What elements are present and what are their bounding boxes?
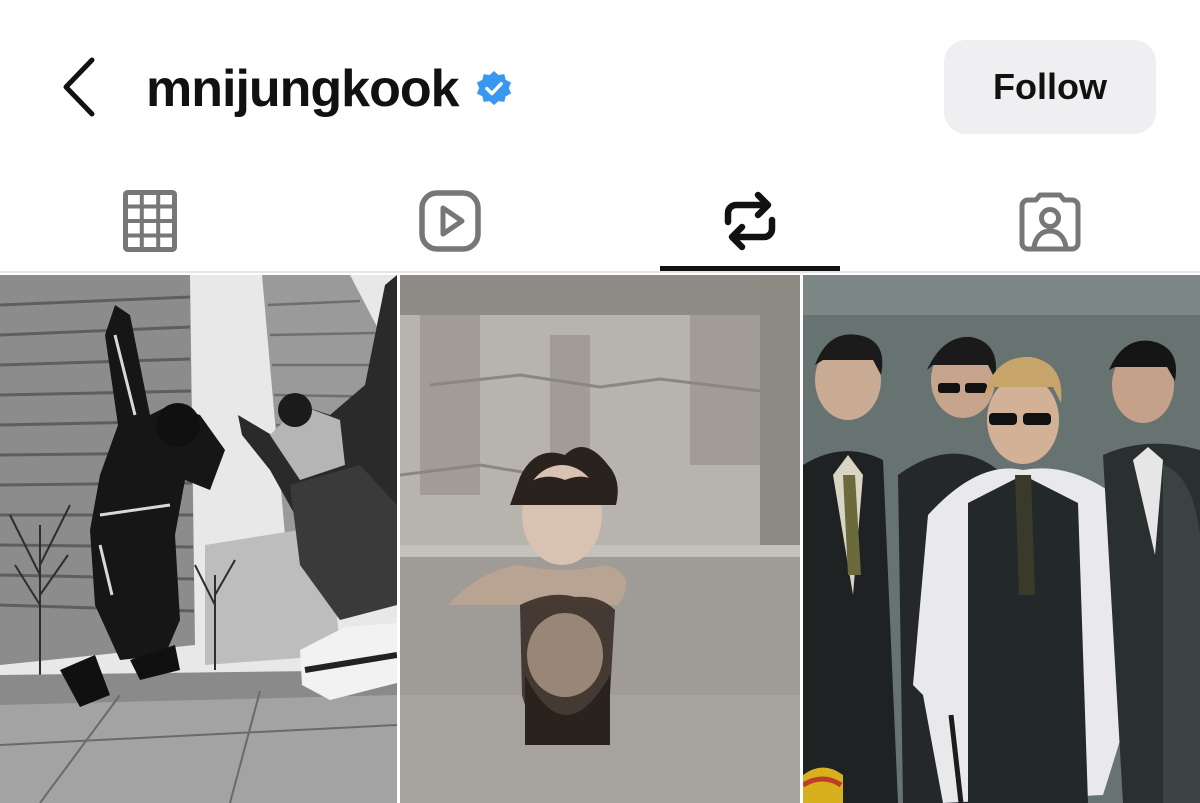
post-image-3 — [803, 275, 1200, 803]
back-button[interactable] — [50, 52, 106, 122]
tab-posts[interactable] — [60, 170, 240, 272]
post-thumbnail-1[interactable] — [0, 275, 397, 803]
profile-page: mnijungkook Follow — [0, 0, 1200, 803]
tagged-person-icon — [1019, 192, 1081, 252]
profile-header: mnijungkook Follow — [0, 0, 1200, 170]
repost-icon — [724, 191, 776, 251]
profile-tabs — [0, 170, 1200, 272]
chevron-left-icon — [63, 57, 95, 117]
post-image-1 — [0, 275, 397, 803]
grid-icon — [123, 190, 177, 252]
profile-username-row: mnijungkook — [146, 54, 513, 124]
reels-icon — [419, 190, 481, 252]
profile-username: mnijungkook — [146, 60, 460, 118]
post-image-2 — [400, 275, 800, 803]
tabs-divider — [0, 271, 1200, 273]
post-thumbnail-2[interactable] — [400, 275, 800, 803]
verified-badge-icon — [476, 70, 511, 106]
tab-reels[interactable] — [360, 170, 540, 272]
tab-reposts[interactable] — [660, 170, 840, 272]
post-thumbnail-3[interactable] — [803, 275, 1200, 803]
tab-tagged[interactable] — [960, 170, 1140, 272]
follow-button[interactable]: Follow — [944, 40, 1156, 134]
post-grid — [0, 275, 1200, 803]
